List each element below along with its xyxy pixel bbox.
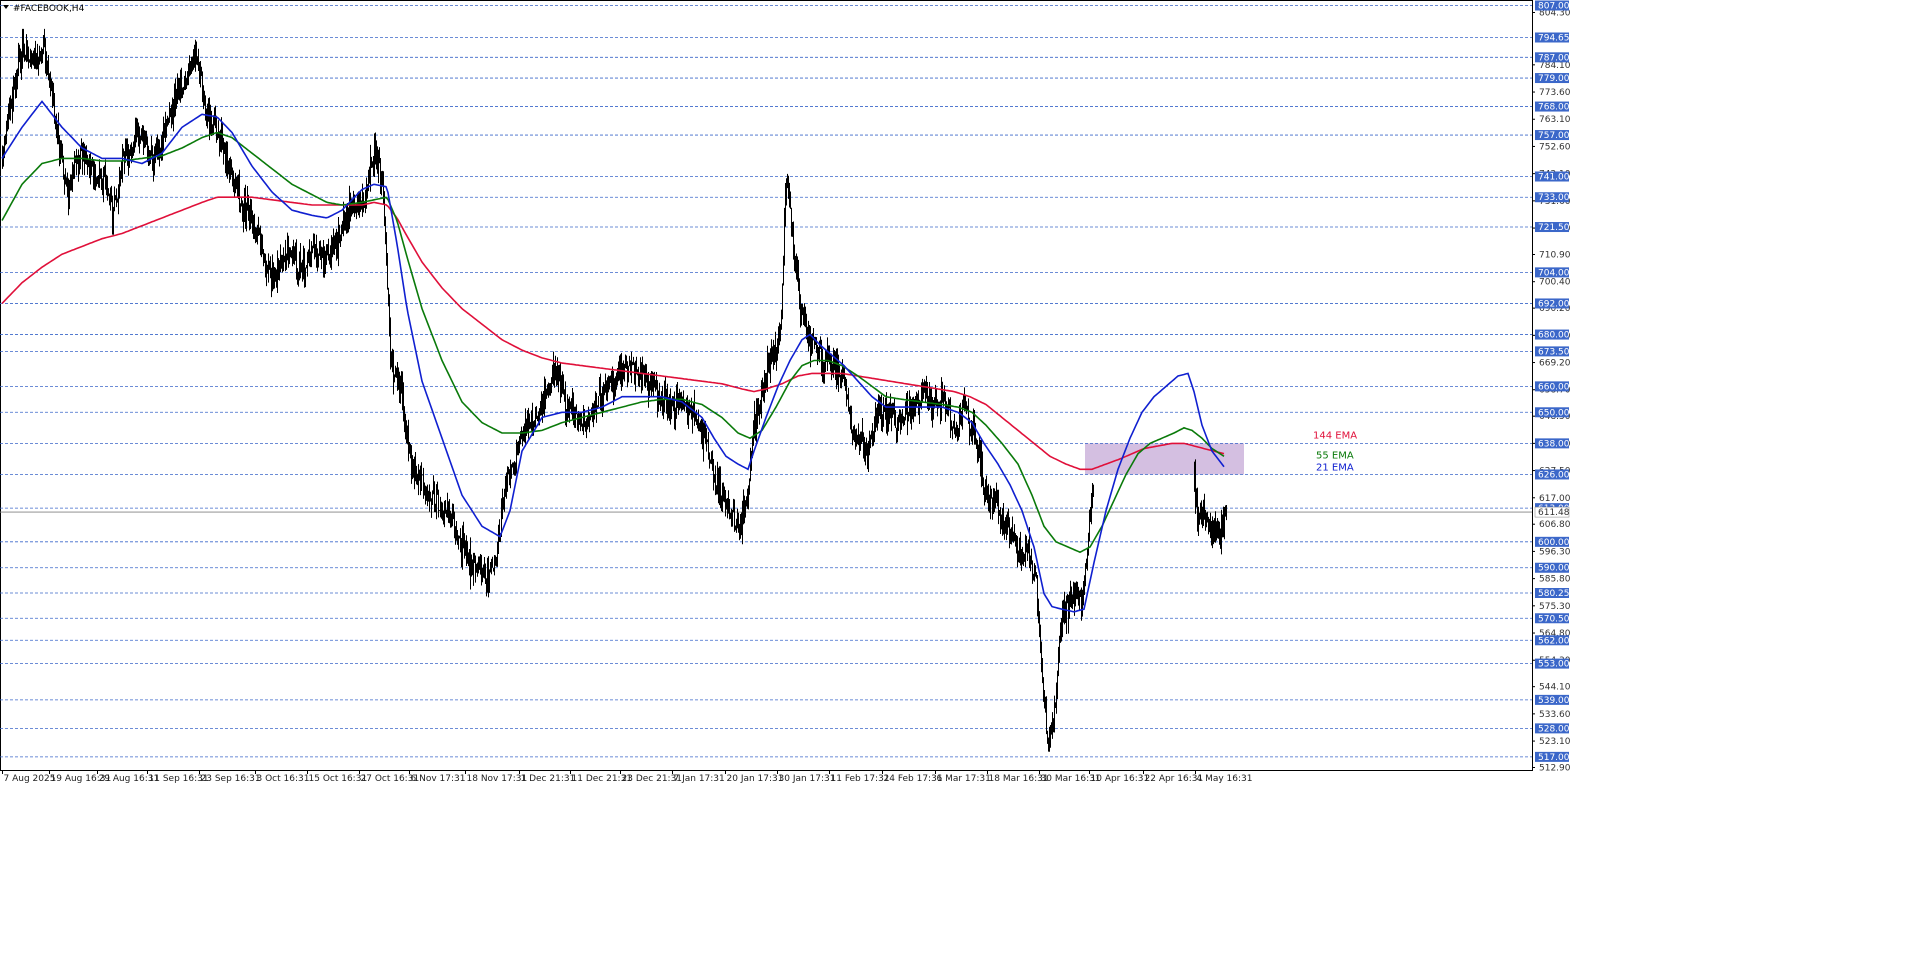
level-box-label: 570.50: [1538, 614, 1570, 624]
level-box-label: 590.00: [1538, 564, 1570, 574]
level-box-label: 787.00: [1538, 53, 1570, 63]
level-price-box[interactable]: 692.00: [1535, 298, 1570, 309]
level-box-label: 704.00: [1538, 268, 1570, 278]
level-price-box[interactable]: 673.50: [1535, 346, 1570, 357]
x-tick-label: 24 Feb 17:31: [884, 774, 943, 784]
level-price-box[interactable]: 660.00: [1535, 381, 1570, 392]
y-tick-label: 596.30: [1539, 547, 1571, 557]
ema21-label: 21 EMA: [1316, 463, 1354, 474]
y-tick-label: 575.30: [1539, 602, 1571, 612]
y-tick-label: 544.10: [1539, 683, 1571, 693]
y-tick-label: 752.60: [1539, 142, 1571, 152]
x-tick-label: 6 Nov 17:31: [411, 774, 466, 784]
y-tick-label: 617.00: [1539, 494, 1571, 504]
x-tick-label: 7 Jan 17:31: [674, 774, 725, 784]
level-price-box[interactable]: 517.00: [1535, 751, 1570, 763]
zone-layer: [1085, 443, 1244, 475]
x-tick-label: 1 Dec 21:31: [521, 774, 576, 784]
x-tick-label: 23 Sep 16:31: [201, 774, 261, 784]
level-box-label: 650.00: [1538, 408, 1570, 418]
level-price-box[interactable]: 733.00: [1535, 192, 1570, 203]
level-box-label: 600.00: [1538, 538, 1570, 548]
x-tick-label: 22 Apr 16:31: [1145, 774, 1204, 784]
level-price-box[interactable]: 757.00: [1535, 130, 1570, 141]
x-tick-label: 11 Feb 17:31: [831, 774, 890, 784]
level-box-label: 807.00: [1538, 2, 1570, 12]
level-box-label: 779.00: [1538, 74, 1570, 84]
level-box-label: 768.00: [1538, 103, 1570, 113]
level-price-box[interactable]: 539.00: [1535, 694, 1570, 706]
level-box-label: 580.25: [1538, 589, 1570, 599]
y-tick-label: 700.40: [1539, 278, 1571, 288]
level-price-box[interactable]: 650.00: [1535, 407, 1570, 418]
y-tick-label: 512.90: [1539, 764, 1571, 774]
y-tick-label: 710.90: [1539, 250, 1571, 260]
x-tick-label: 20 Jan 17:31: [727, 774, 784, 784]
level-box-label: 673.50: [1538, 347, 1570, 357]
x-tick-label: 7 Aug 2025: [4, 774, 56, 784]
level-price-box[interactable]: 600.00: [1535, 536, 1570, 548]
level-box-label: 562.00: [1538, 636, 1570, 646]
level-box-label: 692.00: [1538, 299, 1570, 309]
level-price-box[interactable]: 779.00: [1535, 73, 1570, 84]
level-box-label: 539.00: [1538, 696, 1570, 706]
level-price-box[interactable]: 680.00: [1535, 329, 1570, 341]
x-tick-label: 30 Jan 17:31: [779, 774, 836, 784]
y-tick-label: 523.10: [1539, 737, 1571, 747]
level-price-box[interactable]: 704.00: [1535, 267, 1570, 278]
level-box-label: 517.00: [1538, 753, 1570, 763]
current-price-label: 611.48: [1538, 508, 1570, 518]
level-box-label: 626.00: [1538, 470, 1570, 480]
level-price-box[interactable]: 562.00: [1535, 635, 1570, 646]
ema55-label: 55 EMA: [1316, 450, 1354, 461]
chart-background: [0, 0, 1916, 963]
chart-title: #FACEBOOK,H4: [3, 4, 85, 14]
level-price-box[interactable]: 528.00: [1535, 723, 1570, 734]
y-tick-label: 669.20: [1539, 359, 1571, 369]
level-price-box[interactable]: 768.00: [1535, 101, 1570, 113]
level-box-label: 757.00: [1538, 131, 1570, 141]
level-box-label: 553.00: [1538, 660, 1570, 670]
level-price-box[interactable]: 787.00: [1535, 52, 1570, 63]
x-tick-label: 18 Nov 17:31: [467, 774, 528, 784]
y-tick-label: 763.10: [1539, 115, 1571, 125]
y-tick-label: 606.80: [1539, 520, 1571, 530]
level-box-label: 794.65: [1538, 33, 1570, 43]
supply-zone-rect[interactable]: [1085, 443, 1244, 475]
current-price-box: 611.48: [1534, 506, 1570, 518]
level-box-label: 733.00: [1538, 193, 1570, 203]
level-price-box[interactable]: 638.00: [1535, 438, 1570, 449]
x-tick-label: 6 Mar 17:31: [937, 774, 991, 784]
level-box-label: 741.00: [1538, 173, 1570, 183]
price-chart[interactable]: 804.30784.10773.60763.10752.60742.10731.…: [0, 0, 1916, 963]
level-price-box[interactable]: 553.00: [1535, 658, 1570, 670]
level-price-box[interactable]: 741.00: [1535, 171, 1570, 183]
level-price-box[interactable]: 721.50: [1535, 222, 1570, 233]
level-box-label: 638.00: [1538, 439, 1570, 449]
level-price-box[interactable]: 570.50: [1535, 613, 1570, 624]
level-price-box[interactable]: 580.25: [1535, 587, 1570, 599]
y-tick-label: 773.60: [1539, 88, 1571, 98]
level-price-box[interactable]: 590.00: [1535, 562, 1570, 574]
y-tick-label: 533.60: [1539, 710, 1571, 720]
x-tick-label: 3 Oct 16:31: [257, 774, 310, 784]
ema144-label: 144 EMA: [1313, 431, 1357, 442]
level-price-box[interactable]: 807.00: [1535, 0, 1570, 12]
y-tick-label: 585.80: [1539, 575, 1571, 585]
x-tick-label: 10 Apr 16:31: [1091, 774, 1150, 784]
level-box-label: 680.00: [1538, 331, 1570, 341]
symbol-title: #FACEBOOK,H4: [13, 4, 85, 14]
level-price-box[interactable]: 794.65: [1535, 32, 1570, 43]
x-tick-label: 4 May 16:31: [1197, 774, 1253, 784]
level-box-label: 660.00: [1538, 382, 1570, 392]
level-box-label: 721.50: [1538, 223, 1570, 233]
level-box-label: 528.00: [1538, 724, 1570, 734]
level-price-box[interactable]: 626.00: [1535, 469, 1570, 480]
x-tick-label: 15 Oct 16:31: [309, 774, 368, 784]
